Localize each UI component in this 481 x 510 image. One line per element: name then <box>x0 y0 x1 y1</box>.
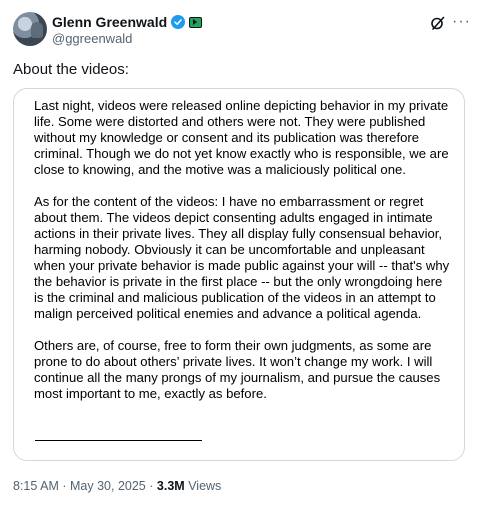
verified-badge-icon[interactable] <box>171 15 186 29</box>
tweet-meta: 8:15 AM · May 30, 2025 · 3.3M Views <box>13 478 221 494</box>
statement-text: Last night, videos were released online … <box>34 98 454 418</box>
views-label: Views <box>188 479 222 493</box>
meta-separator: · <box>62 479 67 493</box>
tweet-time[interactable]: 8:15 AM <box>13 479 59 493</box>
more-options-icon[interactable]: ··· <box>452 14 471 30</box>
grok-icon[interactable] <box>430 15 446 31</box>
author-handle[interactable]: @ggreenwald <box>52 31 132 47</box>
statement-paragraph: Others are, of course, free to form thei… <box>34 338 441 401</box>
views-count[interactable]: 3.3M <box>157 479 185 493</box>
author-name[interactable]: Glenn Greenwald <box>52 13 167 31</box>
meta-separator: · <box>149 479 154 493</box>
author-name-row: Glenn Greenwald <box>52 13 203 31</box>
tweet-text: About the videos: <box>13 61 129 78</box>
statement-paragraph: As for the content of the videos: I have… <box>34 194 450 321</box>
statement-image[interactable]: Last night, videos were released online … <box>13 88 465 461</box>
tweet-date[interactable]: May 30, 2025 <box>70 479 146 493</box>
author-avatar[interactable] <box>13 12 47 46</box>
signature-line <box>35 440 202 441</box>
tweet-header: Glenn Greenwald @ggreenwald ··· <box>13 12 471 48</box>
tweet: Glenn Greenwald @ggreenwald ··· About th… <box>0 0 481 510</box>
statement-paragraph: Last night, videos were released online … <box>34 98 449 177</box>
affiliate-badge-icon[interactable] <box>189 16 203 28</box>
